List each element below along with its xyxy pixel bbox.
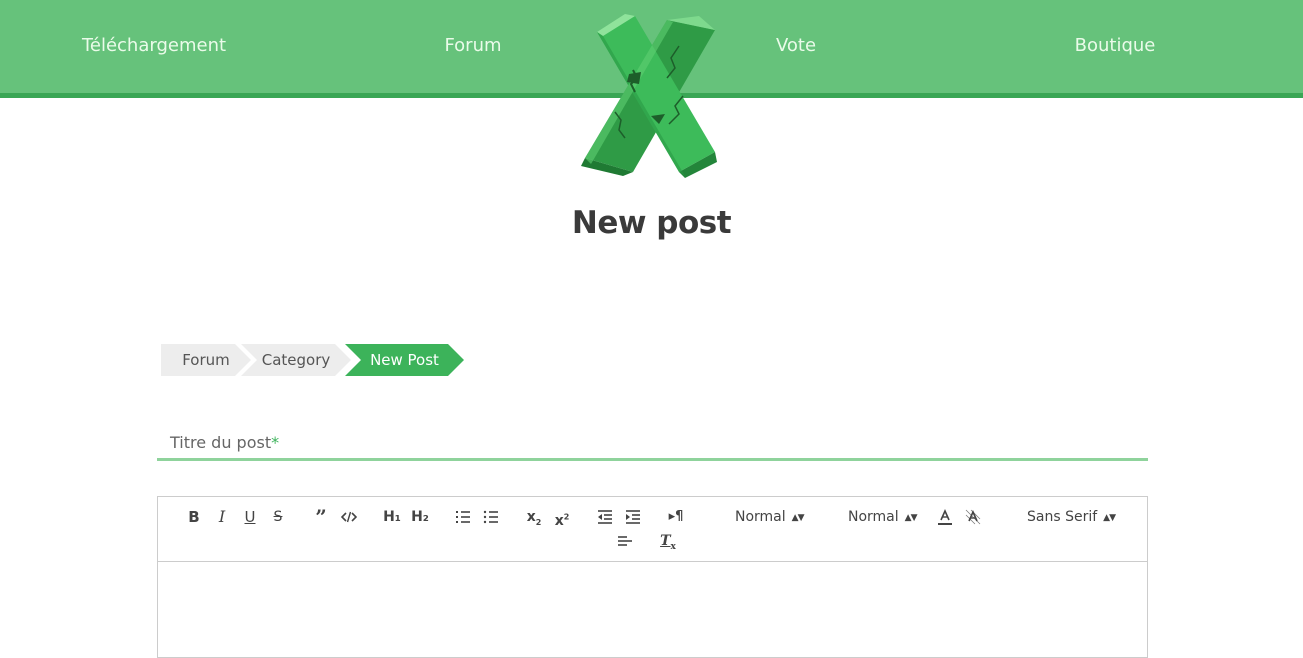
align-left-icon <box>618 536 632 546</box>
bullet-list-button[interactable] <box>479 505 503 529</box>
required-asterisk: * <box>271 433 280 452</box>
picker-arrows-icon: ▲▼ <box>791 513 805 523</box>
strike-button[interactable]: S <box>266 505 290 529</box>
post-title-input[interactable]: Titre du post* <box>157 428 1148 461</box>
clear-format-icon: Tx <box>660 533 676 552</box>
indent-icon <box>626 510 640 524</box>
nav-vote[interactable]: Vote <box>776 33 816 59</box>
bold-button[interactable]: B <box>182 505 206 529</box>
clear-formatting-button[interactable]: Tx <box>656 529 680 553</box>
blockquote-button[interactable]: ” <box>309 505 333 529</box>
editor-content-area[interactable] <box>158 562 1147 657</box>
rich-text-editor: B I U S ” H₁ H₂ x2 x2 ▸¶ Normal ▲▼ Normal… <box>157 496 1148 658</box>
nav-forum[interactable]: Forum <box>444 33 501 59</box>
header-1-button[interactable]: H₁ <box>380 505 404 529</box>
outdent-icon <box>598 510 612 524</box>
align-button[interactable] <box>613 529 637 553</box>
highlight-icon <box>965 509 981 525</box>
editor-toolbar: B I U S ” H₁ H₂ x2 x2 ▸¶ Normal ▲▼ Normal… <box>158 497 1147 562</box>
breadcrumb-forum[interactable]: Forum <box>161 344 251 376</box>
bullet-list-icon <box>483 510 498 524</box>
background-color-button[interactable] <box>961 505 985 529</box>
nav-telechargement[interactable]: Téléchargement <box>82 33 226 59</box>
page-title: New post <box>571 205 732 241</box>
indent-button[interactable] <box>621 505 645 529</box>
post-title-label: Titre du post* <box>170 433 280 452</box>
rtl-paragraph-icon: ▸¶ <box>668 509 684 524</box>
breadcrumb-category[interactable]: Category <box>241 344 351 376</box>
site-logo[interactable] <box>575 12 725 178</box>
italic-button[interactable]: I <box>210 505 234 529</box>
underline-button[interactable]: U <box>238 505 262 529</box>
x-logo-icon <box>581 14 717 178</box>
text-color-button[interactable] <box>933 505 957 529</box>
subscript-icon: x2 <box>526 509 542 527</box>
header-picker[interactable]: Normal ▲▼ <box>848 505 917 529</box>
ordered-list-button[interactable] <box>451 505 475 529</box>
quote-icon: ” <box>315 505 327 529</box>
code-block-button[interactable] <box>337 505 361 529</box>
breadcrumb-new-post: New Post <box>345 344 464 376</box>
nav-boutique[interactable]: Boutique <box>1075 33 1156 59</box>
font-picker[interactable]: Sans Serif ▲▼ <box>1027 505 1116 529</box>
outdent-button[interactable] <box>593 505 617 529</box>
superscript-button[interactable]: x2 <box>550 505 574 529</box>
header-2-button[interactable]: H₂ <box>408 505 432 529</box>
size-picker[interactable]: Normal ▲▼ <box>735 505 804 529</box>
font-color-icon <box>938 509 952 525</box>
code-icon <box>341 511 357 523</box>
ordered-list-icon <box>456 511 470 523</box>
picker-arrows-icon: ▲▼ <box>1103 513 1116 523</box>
superscript-icon: x2 <box>554 512 570 529</box>
text-direction-button[interactable]: ▸¶ <box>664 505 688 529</box>
picker-arrows-icon: ▲▼ <box>904 513 918 523</box>
subscript-button[interactable]: x2 <box>522 505 546 529</box>
